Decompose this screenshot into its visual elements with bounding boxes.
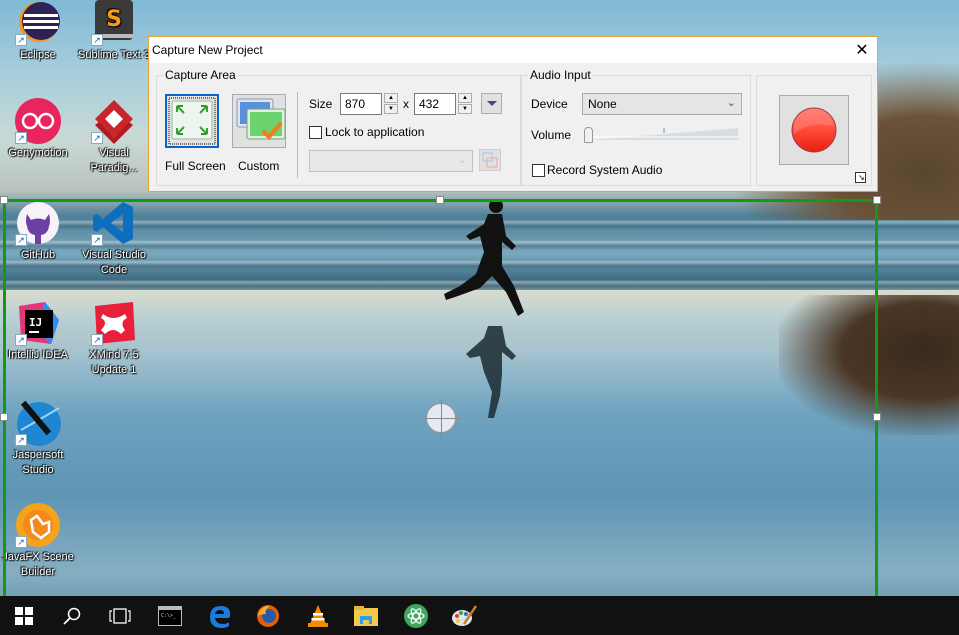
file-explorer-button[interactable]: [350, 600, 382, 632]
width-increment-button[interactable]: ▲: [384, 93, 398, 103]
resize-handle-right[interactable]: [873, 413, 881, 421]
edge-icon: [210, 606, 231, 628]
dialog-titlebar[interactable]: Capture New Project: [149, 37, 877, 63]
chevron-down-icon: ⌄: [457, 154, 467, 166]
record-button[interactable]: [779, 95, 849, 165]
windows-logo-icon: [15, 607, 33, 625]
firefox-icon: [257, 605, 279, 627]
volume-slider[interactable]: [584, 126, 740, 144]
volume-slider-track: [590, 128, 738, 140]
visual-paradigm-icon: ↗: [91, 98, 137, 144]
volume-slider-thumb[interactable]: [584, 127, 593, 143]
desktop-icon-label: Genymotion: [8, 147, 68, 159]
window-picker-icon: [482, 152, 498, 168]
custom-label: Custom: [238, 159, 280, 173]
search-button[interactable]: [56, 600, 88, 632]
full-screen-button[interactable]: [165, 94, 219, 148]
command-prompt-icon: C:\>_: [158, 606, 182, 626]
desktop-icon-label: Sublime Text 3: [78, 49, 150, 61]
move-crosshair-handle[interactable]: [423, 400, 461, 438]
capture-new-project-dialog: Capture New Project ✕ Capture Area Full …: [148, 36, 878, 192]
desktop-icon-eclipse[interactable]: ↗ Eclipse: [0, 0, 76, 63]
device-select[interactable]: None ⌄: [582, 93, 742, 115]
height-decrement-button[interactable]: ▼: [458, 104, 472, 114]
desktop-icon-label: Visual Paradig...: [90, 147, 138, 174]
pick-application-button: [479, 149, 501, 171]
capture-area-divider: [297, 92, 298, 178]
record-icon: [791, 107, 837, 153]
firefox-button[interactable]: [252, 600, 284, 632]
folder-icon: [354, 606, 378, 626]
desktop-icon-genymotion[interactable]: ↗ Genymotion: [0, 98, 76, 161]
close-button[interactable]: ✕: [851, 39, 873, 61]
task-view-button[interactable]: [104, 600, 136, 632]
sublime-text-icon: S ↗: [91, 0, 137, 46]
height-increment-button[interactable]: ▲: [458, 93, 472, 103]
resize-handle-top-right[interactable]: [873, 196, 881, 204]
resize-handle-top[interactable]: [436, 196, 444, 204]
height-input[interactable]: 432: [414, 93, 456, 115]
height-spinner[interactable]: ▲ ▼: [458, 93, 472, 115]
device-label: Device: [531, 97, 568, 111]
svg-text:S: S: [106, 7, 122, 32]
desktop-icon-sublime-text[interactable]: S ↗ Sublime Text 3: [76, 0, 152, 63]
svg-text:C:\>_: C:\>_: [161, 613, 177, 619]
atom-button[interactable]: [400, 600, 432, 632]
expand-corner-icon: ↘: [858, 173, 865, 182]
close-icon: ✕: [855, 42, 869, 59]
audio-input-group: Audio Input Device None ⌄ Volume Record …: [521, 68, 751, 186]
size-presets-dropdown-button[interactable]: [481, 93, 502, 114]
paint-palette-icon: [452, 605, 477, 626]
lock-to-application-label: Lock to application: [325, 125, 425, 139]
width-value: 870: [345, 97, 366, 111]
record-system-audio-label: Record System Audio: [547, 163, 663, 177]
expand-options-button[interactable]: ↘: [855, 172, 866, 183]
edge-button[interactable]: [204, 600, 236, 632]
width-input[interactable]: 870: [340, 93, 382, 115]
paint-button[interactable]: [448, 600, 480, 632]
atom-icon: [404, 604, 428, 628]
device-select-value: None: [588, 97, 617, 111]
desktop-icon-label: Eclipse: [20, 49, 56, 61]
capture-area-title: Capture Area: [163, 68, 238, 82]
resize-handle-left[interactable]: [0, 413, 8, 421]
taskbar: C:\>_: [0, 596, 959, 635]
vlc-icon: [308, 605, 328, 627]
height-value: 432: [419, 97, 440, 111]
record-group: ↘: [756, 75, 872, 186]
resize-handle-top-left[interactable]: [0, 196, 8, 204]
task-view-icon: [109, 608, 131, 624]
full-screen-label: Full Screen: [165, 159, 226, 173]
triangle-down-icon: [486, 101, 497, 106]
record-system-audio-checkbox[interactable]: [532, 164, 545, 177]
vlc-button[interactable]: [302, 600, 334, 632]
genymotion-icon: ↗: [15, 98, 61, 144]
chevron-down-icon: ⌄: [726, 97, 736, 109]
capture-area-group: Capture Area Full Screen Custom Size 870…: [156, 68, 521, 186]
size-separator: x: [403, 97, 409, 111]
full-screen-icon: [168, 97, 216, 145]
width-decrement-button[interactable]: ▼: [384, 104, 398, 114]
custom-area-icon: [236, 98, 286, 140]
volume-label: Volume: [531, 128, 572, 142]
width-spinner[interactable]: ▲ ▼: [384, 93, 398, 115]
custom-button[interactable]: [232, 94, 286, 148]
eclipse-icon: ↗: [15, 0, 61, 46]
size-label: Size: [309, 97, 333, 111]
audio-input-title: Audio Input: [528, 68, 593, 82]
command-prompt-button[interactable]: C:\>_: [154, 600, 186, 632]
start-button[interactable]: [8, 600, 40, 632]
desktop-icon-visual-paradigm[interactable]: ↗ Visual Paradig...: [76, 98, 152, 176]
search-icon: [63, 607, 81, 625]
lock-to-application-checkbox[interactable]: [309, 126, 322, 139]
application-select: ⌄: [309, 150, 473, 172]
dialog-title: Capture New Project: [152, 43, 263, 57]
